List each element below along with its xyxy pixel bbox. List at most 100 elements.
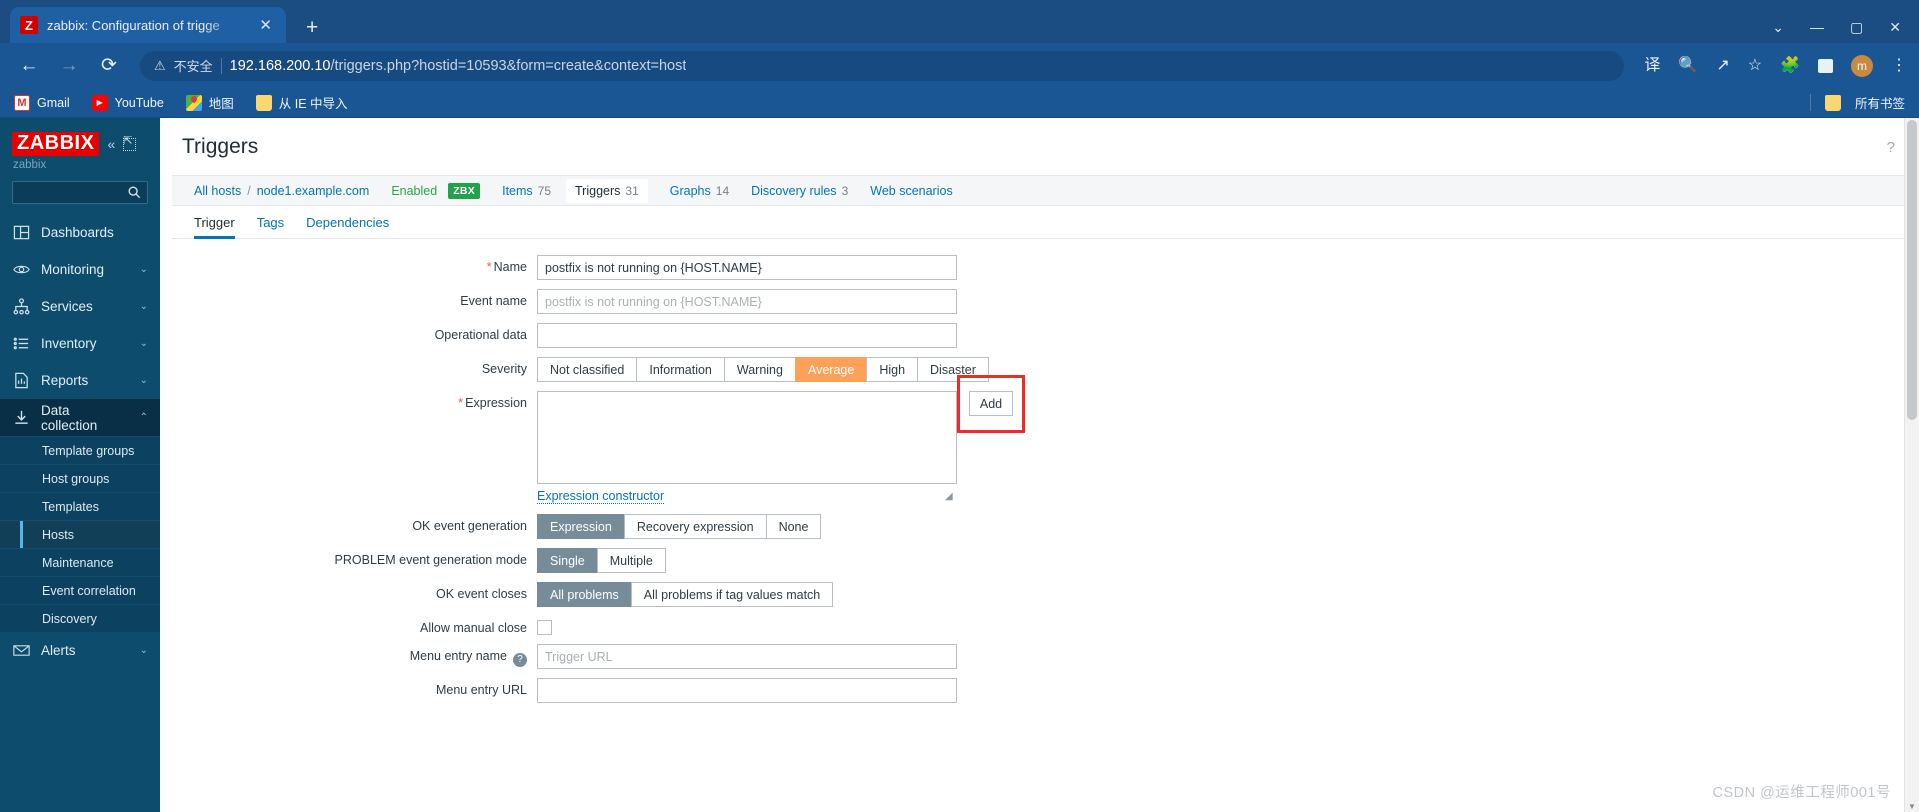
bookmark-star-icon[interactable]: ☆ <box>1748 57 1762 74</box>
name-input[interactable] <box>537 255 957 280</box>
chevron-down-icon: ⌄ <box>139 264 148 275</box>
host-status-label[interactable]: Enabled <box>391 184 437 198</box>
problem-mode-multiple[interactable]: Multiple <box>596 548 666 573</box>
add-expression-button[interactable]: Add <box>969 391 1013 416</box>
sidebar-item-hosts[interactable]: Hosts <box>0 520 160 548</box>
form-row-name: * Name <box>172 255 1907 280</box>
bookmark-ie-import[interactable]: 从 IE 中导入 <box>255 93 348 112</box>
menu-entry-url-input[interactable] <box>537 678 957 703</box>
sidebar-item-data-collection[interactable]: Data collection ⌃ <box>0 399 160 436</box>
url-text: 192.168.200.10/triggers.php?hostid=10593… <box>230 58 687 74</box>
minimize-icon[interactable]: — <box>1810 20 1824 34</box>
sidebar-header: ZABBIX « <box>0 118 160 156</box>
bookmark-label: 地图 <box>208 97 234 111</box>
folder-icon <box>1824 94 1841 111</box>
sidebar-search-wrap <box>0 171 160 210</box>
close-tab-icon[interactable]: ✕ <box>255 16 276 35</box>
search-input[interactable] <box>12 181 148 204</box>
new-tab-button[interactable]: + <box>306 17 318 38</box>
window-controls: ⌄ — ▢ ✕ <box>1772 20 1919 43</box>
page-viewport: ZABBIX « zabbix Dashboards <box>0 118 1919 812</box>
breadcrumb-tab-graphs[interactable]: Graphs 14 <box>670 184 729 198</box>
not-secure-icon: ⚠ <box>154 58 166 73</box>
zabbix-logo[interactable]: ZABBIX <box>12 132 100 156</box>
search-icon[interactable]: 🔍 <box>1678 57 1698 74</box>
severity-high[interactable]: High <box>866 357 918 382</box>
scrollbar-thumb[interactable] <box>1907 120 1917 420</box>
bookmark-gmail[interactable]: Gmail <box>14 94 70 111</box>
sidebar-item-maintenance[interactable]: Maintenance <box>0 548 160 576</box>
page-header: Triggers ? <box>160 118 1919 175</box>
ok-event-generation-control: Expression Recovery expression None <box>537 514 1907 539</box>
browser-tab[interactable]: Z zabbix: Configuration of trigge ✕ <box>10 7 286 43</box>
search-icon <box>127 185 141 201</box>
bookmark-youtube[interactable]: YouTube <box>91 94 164 111</box>
resize-grip-icon[interactable]: ◢ <box>945 492 954 502</box>
sidebar-item-event-correlation[interactable]: Event correlation <box>0 576 160 604</box>
all-bookmarks[interactable]: 所有书签 <box>1809 93 1905 112</box>
ok-closes-all-problems[interactable]: All problems <box>537 582 631 607</box>
side-panel-icon[interactable] <box>1818 58 1833 73</box>
problem-mode-single[interactable]: Single <box>537 548 597 573</box>
severity-warning[interactable]: Warning <box>723 357 795 382</box>
breadcrumb-host[interactable]: node1.example.com <box>257 184 370 198</box>
sidebar-item-services[interactable]: Services ⌄ <box>0 288 160 325</box>
main-content: Triggers ? All hosts / node1.example.com… <box>160 118 1919 812</box>
severity-information[interactable]: Information <box>636 357 724 382</box>
ok-event-closes-label: OK event closes <box>435 587 527 601</box>
chevron-down-icon[interactable]: ⌄ <box>1772 20 1784 34</box>
breadcrumb-all-hosts[interactable]: All hosts <box>194 184 241 198</box>
expression-textarea[interactable] <box>537 391 957 484</box>
tab-dependencies[interactable]: Dependencies <box>295 206 400 238</box>
share-icon[interactable]: ↗ <box>1716 57 1729 74</box>
sidebar-item-inventory[interactable]: Inventory ⌄ <box>0 325 160 362</box>
severity-disaster[interactable]: Disaster <box>917 357 989 382</box>
sidebar-item-dashboards[interactable]: Dashboards <box>0 214 160 251</box>
sidebar-item-reports[interactable]: Reports ⌄ <box>0 362 160 399</box>
sidebar-item-template-groups[interactable]: Template groups <box>0 436 160 464</box>
extensions-icon[interactable]: 🧩 <box>1780 57 1800 74</box>
sidebar-item-discovery[interactable]: Discovery <box>0 604 160 632</box>
browser-menu-icon[interactable]: ⋮ <box>1891 57 1907 74</box>
bookmark-maps[interactable]: 地图 <box>185 93 234 112</box>
severity-average[interactable]: Average <box>794 357 867 382</box>
allow-manual-close-checkbox[interactable] <box>537 620 552 635</box>
reload-icon[interactable]: ⟳ <box>92 56 126 75</box>
ok-event-generation-label: OK event generation <box>412 519 527 533</box>
back-icon[interactable]: ← <box>12 56 46 75</box>
breadcrumb-tab-web-scenarios[interactable]: Web scenarios <box>870 184 952 198</box>
hide-sidebar-icon[interactable] <box>123 134 137 151</box>
address-bar[interactable]: ⚠ 不安全 192.168.200.10/triggers.php?hostid… <box>140 50 1625 81</box>
menu-entry-name-input[interactable] <box>537 644 957 669</box>
forward-icon[interactable]: → <box>52 56 86 75</box>
maximize-icon[interactable]: ▢ <box>1850 20 1863 34</box>
sidebar-item-alerts[interactable]: Alerts ⌄ <box>0 632 160 669</box>
sidebar-item-templates[interactable]: Templates <box>0 492 160 520</box>
help-icon[interactable]: ? <box>513 652 527 667</box>
breadcrumb-tab-discovery-rules[interactable]: Discovery rules 3 <box>751 184 848 198</box>
breadcrumb-tab-items[interactable]: Items 75 <box>502 184 551 198</box>
event-name-input[interactable] <box>537 289 957 314</box>
severity-not-classified[interactable]: Not classified <box>537 357 637 382</box>
sidebar-submenu-data-collection: Template groups Host groups Templates Ho… <box>0 436 160 632</box>
breadcrumb-tab-triggers[interactable]: Triggers 31 <box>566 178 648 203</box>
ok-event-generation-none[interactable]: None <box>765 514 822 539</box>
ok-event-generation-recovery-expression[interactable]: Recovery expression <box>623 514 766 539</box>
collapse-sidebar-icon[interactable]: « <box>107 137 115 151</box>
close-window-icon[interactable]: ✕ <box>1889 20 1901 34</box>
scroll-down-icon[interactable]: ▼ <box>1905 802 1919 811</box>
sidebar-nav: Dashboards Monitoring ⌄ Services ⌄ Inven… <box>0 214 160 669</box>
avatar[interactable]: m <box>1851 54 1873 77</box>
help-icon[interactable]: ? <box>1887 139 1895 156</box>
ok-closes-tag-match[interactable]: All problems if tag values match <box>630 582 834 607</box>
ok-event-generation-expression[interactable]: Expression <box>537 514 624 539</box>
operational-data-input[interactable] <box>537 323 957 348</box>
sidebar-item-host-groups[interactable]: Host groups <box>0 464 160 492</box>
page-scrollbar[interactable]: ▲ ▼ <box>1904 118 1919 812</box>
translate-icon[interactable]: 译 <box>1644 57 1660 74</box>
tab-trigger[interactable]: Trigger <box>194 206 246 239</box>
expression-constructor-link[interactable]: Expression constructor <box>537 489 665 504</box>
status-badge[interactable]: ZBX <box>448 182 481 199</box>
tab-tags[interactable]: Tags <box>246 206 295 238</box>
sidebar-item-monitoring[interactable]: Monitoring ⌄ <box>0 251 160 288</box>
